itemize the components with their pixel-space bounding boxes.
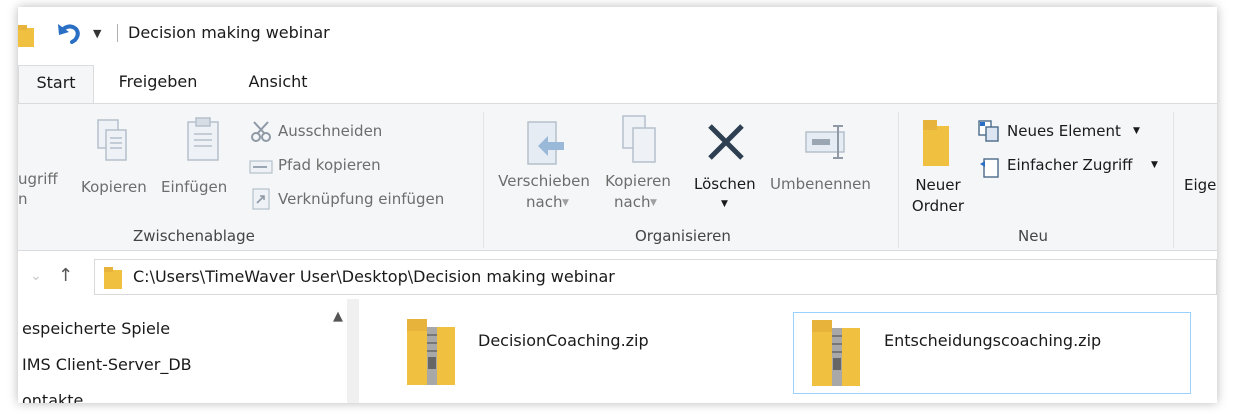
cut-label: Ausschneiden <box>278 122 383 140</box>
move-to-icon <box>526 120 566 170</box>
folder-icon[interactable] <box>18 25 34 51</box>
new-folder-label-line2: Ordner <box>911 197 965 215</box>
chevron-down-icon: ▼ <box>1151 160 1158 170</box>
recent-locations-chevron-icon[interactable]: ⌄ <box>30 268 42 284</box>
access-label-line2: n <box>18 190 28 208</box>
title-bar: ▼ Decision making webinar <box>18 7 1217 57</box>
new-item-label: Neues Element <box>1007 122 1121 140</box>
explorer-window: ▼ Decision making webinar Start Freigebe… <box>18 7 1217 403</box>
nav-item-ims-client-server[interactable]: IMS Client-Server_DB <box>22 355 192 374</box>
scissors-icon <box>250 120 272 146</box>
address-row: ⌄ ↑ C:\Users\TimeWaver User\Desktop\Deci… <box>18 259 1217 299</box>
copy-to-icon <box>621 114 657 168</box>
new-item-icon <box>978 120 1000 146</box>
file-item[interactable]: Entscheidungscoaching.zip <box>793 312 1191 394</box>
move-to-label-line2: nach <box>526 193 563 211</box>
group-label-organize: Organisieren <box>635 227 731 245</box>
file-item[interactable]: DecisionCoaching.zip <box>398 313 728 395</box>
group-label-clipboard: Zwischenablage <box>133 227 255 245</box>
paste-label: Einfügen <box>161 178 228 196</box>
folder-icon <box>103 266 123 294</box>
copy-label: Kopieren <box>81 178 147 196</box>
tab-ansicht[interactable]: Ansicht <box>238 65 318 103</box>
undo-icon[interactable] <box>56 21 82 49</box>
chevron-down-icon: ▼ <box>650 198 657 208</box>
delete-x-icon <box>706 122 746 166</box>
rename-label: Umbenennen <box>770 175 871 193</box>
nav-scrollbar[interactable] <box>347 299 359 403</box>
file-name: DecisionCoaching.zip <box>478 331 649 350</box>
group-separator <box>483 112 484 248</box>
chevron-down-icon: ▼ <box>562 198 569 208</box>
chevron-down-icon: ▼ <box>1133 126 1140 136</box>
clipboard-icon <box>186 116 220 166</box>
copy-to-label-line1: Kopieren <box>605 172 671 190</box>
group-separator <box>1173 112 1174 248</box>
nav-item-saved-games[interactable]: espeicherte Spiele <box>22 319 170 338</box>
customize-dropdown-icon[interactable]: ▼ <box>93 27 101 40</box>
address-bar[interactable]: C:\Users\TimeWaver User\Desktop\Decision… <box>94 259 1217 295</box>
properties-button-clipped[interactable]: Eige <box>1184 176 1216 195</box>
new-folder-label-line1: Neuer <box>915 176 961 194</box>
new-folder-icon <box>921 118 951 172</box>
delete-label: Löschen <box>694 175 756 193</box>
window-title: Decision making webinar <box>128 23 330 42</box>
up-arrow-icon[interactable]: ↑ <box>58 265 73 286</box>
paste-shortcut-label: Verknüpfung einfügen <box>278 190 445 208</box>
title-separator <box>117 24 118 42</box>
zip-folder-icon <box>405 317 457 391</box>
move-to-label-line1: Verschieben <box>498 172 590 190</box>
group-label-new: Neu <box>1018 227 1048 245</box>
easy-access-icon <box>979 156 999 182</box>
tab-start[interactable]: Start <box>18 65 94 103</box>
copy-icon <box>96 118 128 166</box>
zip-folder-icon <box>810 318 862 392</box>
group-separator <box>898 112 899 248</box>
scroll-up-arrow-icon[interactable]: ▲ <box>333 309 343 324</box>
access-label-line1: ugriff <box>18 170 58 188</box>
address-path: C:\Users\TimeWaver User\Desktop\Decision… <box>133 267 615 286</box>
navigation-pane: espeicherte Spiele IMS Client-Server_DB … <box>18 299 348 403</box>
easy-access-label: Einfacher Zugriff <box>1007 156 1133 174</box>
rename-icon <box>804 122 850 166</box>
chevron-down-icon: ▼ <box>721 199 728 209</box>
copy-path-icon <box>249 159 273 178</box>
paste-shortcut-icon <box>252 188 270 214</box>
ribbon-tabs: Start Freigeben Ansicht <box>18 65 1217 103</box>
tab-freigeben[interactable]: Freigeben <box>108 65 208 103</box>
ribbon: ugriff n Kopieren Einfügen Ausschneiden <box>18 103 1217 251</box>
copy-to-label-line2: nach <box>614 193 651 211</box>
copy-path-label: Pfad kopieren <box>278 156 381 174</box>
file-name: Entscheidungscoaching.zip <box>884 331 1102 350</box>
nav-item-contacts[interactable]: ontakte <box>22 391 83 403</box>
